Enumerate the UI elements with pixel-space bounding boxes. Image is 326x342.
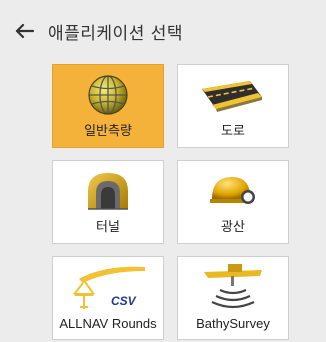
globe-survey-icon <box>53 71 163 119</box>
app-tile-label: BathySurvey <box>196 316 270 331</box>
app-tile-road[interactable]: 도로 <box>177 64 289 148</box>
app-tile-mining[interactable]: 광산 <box>177 160 289 244</box>
page-title: 애플리케이션 선택 <box>48 24 184 44</box>
tunnel-icon <box>53 167 163 215</box>
header-bar: 애플리케이션 선택 <box>0 0 326 60</box>
app-tile-label: 터널 <box>96 220 120 235</box>
bathy-survey-icon <box>178 263 288 311</box>
app-tile-tunnel[interactable]: 터널 <box>52 160 164 244</box>
app-tile-general-survey[interactable]: 일반측량 <box>52 64 164 148</box>
back-arrow-icon <box>15 23 34 39</box>
back-button[interactable] <box>12 20 36 42</box>
allnav-rounds-icon: CSV <box>53 263 163 311</box>
app-tile-allnav-rounds[interactable]: CSV ALLNAV Rounds <box>52 256 164 340</box>
app-tile-label: 광산 <box>221 220 245 235</box>
app-tile-label: 도로 <box>221 124 245 139</box>
app-tile-label: 일반측량 <box>84 124 132 139</box>
road-icon <box>178 71 288 119</box>
app-tile-bathysurvey[interactable]: BathySurvey <box>177 256 289 340</box>
csv-icon-text: CSV <box>111 294 137 308</box>
mining-helmet-icon <box>178 167 288 215</box>
app-tile-label: ALLNAV Rounds <box>59 316 157 331</box>
